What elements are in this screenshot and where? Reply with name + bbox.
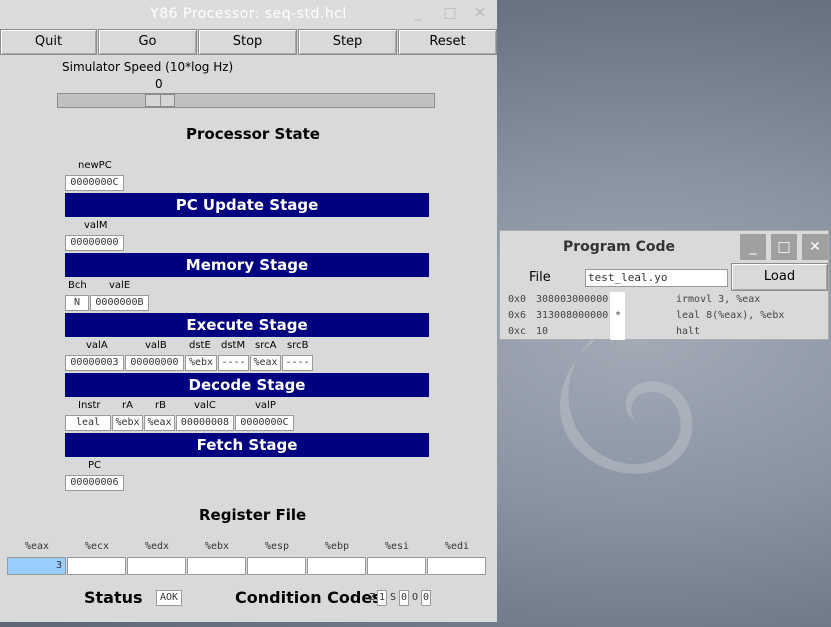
valm-label: valM: [84, 220, 108, 231]
register-name: %ebx: [204, 541, 230, 552]
register-value-ebx: [187, 557, 246, 575]
status-label: Status: [84, 588, 143, 607]
register-name: %ebp: [324, 541, 350, 552]
stop-button[interactable]: Stop: [198, 29, 297, 55]
instr-value: leal: [65, 415, 111, 431]
cc-s-value: 0: [399, 590, 409, 606]
register-name: %edi: [444, 541, 470, 552]
processor-state-title: Processor State: [186, 125, 320, 143]
file-label: File: [529, 270, 551, 285]
quit-button[interactable]: Quit: [0, 29, 97, 55]
valb-label: valB: [145, 340, 167, 351]
maximize-icon[interactable]: □: [771, 234, 797, 260]
minimize-icon[interactable]: _: [740, 234, 766, 260]
speed-value: 0: [155, 77, 163, 91]
go-button[interactable]: Go: [98, 29, 197, 55]
execute-stage-bar: Execute Stage: [65, 313, 429, 337]
program-code-title: Program Code: [562, 239, 676, 255]
memory-stage-bar: Memory Stage: [65, 253, 429, 277]
cc-o-label: O: [412, 592, 419, 603]
code-bytes: 313008000000: [536, 310, 609, 321]
vale-value: 0000000B: [90, 295, 149, 311]
valp-label: valP: [255, 400, 276, 411]
register-name: %ecx: [84, 541, 110, 552]
dste-label: dstE: [189, 340, 211, 351]
register-name: %esp: [264, 541, 290, 552]
program-code-window: Program Code _ □ ✕ File test_leal.yo Loa…: [499, 230, 829, 340]
main-window: Y86 Processor: seq-std.hcl _ □ ✕ Quit Go…: [0, 0, 497, 622]
reset-button[interactable]: Reset: [398, 29, 497, 55]
srca-label: srcA: [255, 340, 277, 351]
cc-z-value: 1: [377, 590, 387, 606]
decode-stage-bar: Decode Stage: [65, 373, 429, 397]
speed-label: Simulator Speed (10*log Hz): [62, 60, 234, 74]
rb-value: %eax: [144, 415, 175, 431]
srca-value: %eax: [250, 355, 281, 371]
fetch-stage-bar: Fetch Stage: [65, 433, 429, 457]
instr-label: Instr: [78, 400, 101, 411]
code-instruction: leal 8(%eax), %ebx: [676, 310, 785, 321]
register-file-title: Register File: [199, 506, 307, 524]
ra-label: rA: [122, 400, 133, 411]
close-icon[interactable]: ✕: [802, 234, 828, 260]
file-input[interactable]: test_leal.yo: [585, 269, 728, 287]
speed-slider-handle[interactable]: [145, 94, 175, 107]
code-address: 0xc: [508, 326, 527, 337]
code-instruction: irmovl 3, %eax: [676, 294, 761, 305]
bch-value: N: [65, 295, 89, 311]
dstm-label: dstM: [221, 340, 246, 351]
register-value-eax: 3: [7, 557, 66, 575]
rb-label: rB: [155, 400, 166, 411]
valc-value: 00000008: [176, 415, 234, 431]
register-value-ebp: [307, 557, 366, 575]
register-value-esp: [247, 557, 306, 575]
step-button[interactable]: Step: [298, 29, 397, 55]
maximize-icon[interactable]: □: [442, 5, 458, 21]
dstm-value: ----: [218, 355, 249, 371]
pc-value: 00000006: [65, 475, 124, 491]
register-value-edx: [127, 557, 186, 575]
register-value-ecx: [67, 557, 126, 575]
register-name: %esi: [384, 541, 410, 552]
load-button[interactable]: Load: [731, 263, 828, 291]
close-icon[interactable]: ✕: [472, 5, 488, 21]
cc-z-label: Z: [369, 592, 376, 603]
bch-label: Bch: [68, 280, 87, 291]
newpc-value: 0000000C: [65, 175, 124, 191]
code-bytes: 308003000000: [536, 294, 609, 305]
register-name: %edx: [144, 541, 170, 552]
cc-s-label: S: [390, 592, 397, 603]
valm-value: 00000000: [65, 235, 124, 251]
vale-label: valE: [109, 280, 131, 291]
code-instruction: halt: [676, 326, 701, 337]
code-address: 0x6: [508, 310, 527, 321]
valb-value: 00000000: [125, 355, 184, 371]
code-bytes: 10: [536, 326, 549, 337]
cc-o-value: 0: [421, 590, 431, 606]
ra-value: %ebx: [112, 415, 143, 431]
minimize-icon[interactable]: _: [410, 5, 426, 21]
status-value: AOK: [156, 590, 182, 606]
code-marker: *: [615, 310, 622, 321]
pc-update-stage-bar: PC Update Stage: [65, 193, 429, 217]
code-address: 0x0: [508, 294, 527, 305]
newpc-label: newPC: [78, 160, 112, 171]
dste-value: %ebx: [185, 355, 217, 371]
register-value-esi: [367, 557, 426, 575]
speed-slider-trough[interactable]: [57, 93, 435, 108]
srcb-value: ----: [282, 355, 313, 371]
valp-value: 0000000C: [235, 415, 294, 431]
condition-codes-label: Condition Codes: [235, 588, 382, 607]
srcb-label: srcB: [287, 340, 309, 351]
valc-label: valC: [194, 400, 216, 411]
pc-label: PC: [88, 460, 102, 471]
register-value-edi: [427, 557, 486, 575]
register-name: %eax: [24, 541, 50, 552]
vala-value: 00000003: [65, 355, 124, 371]
vala-label: valA: [86, 340, 108, 351]
